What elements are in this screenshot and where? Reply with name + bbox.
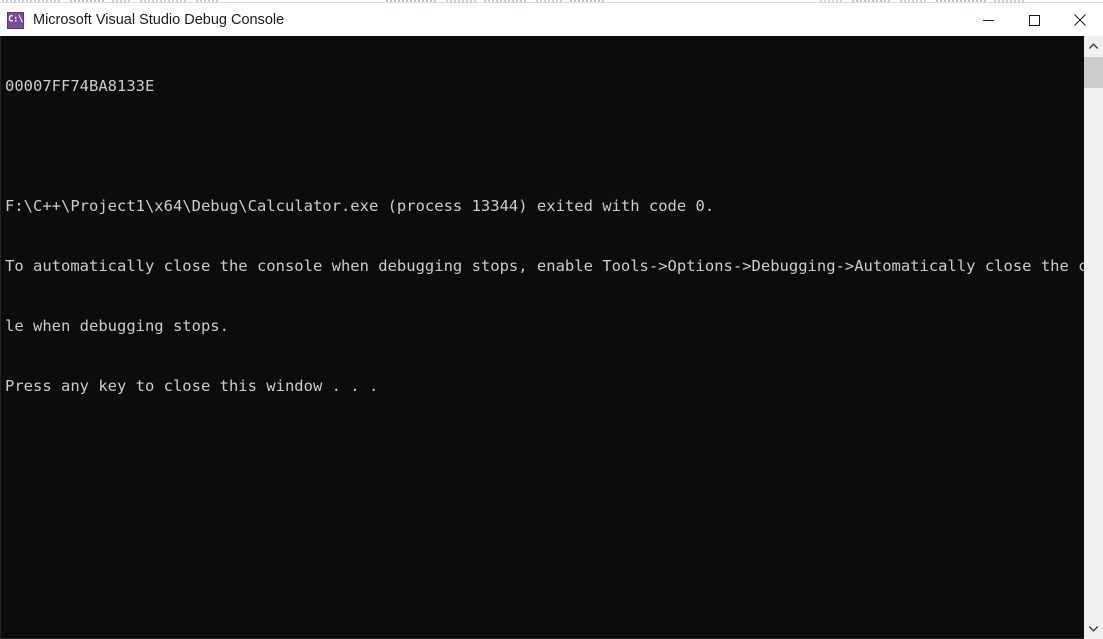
console-line: 00007FF74BA8133E	[5, 77, 155, 95]
minimize-icon	[982, 19, 994, 21]
console-app-icon: C:\	[7, 11, 24, 29]
minimize-button[interactable]	[965, 3, 1011, 37]
window-controls	[965, 3, 1103, 37]
maximize-button[interactable]	[1011, 3, 1057, 37]
scroll-up-button[interactable]	[1084, 36, 1103, 56]
close-icon	[1074, 14, 1086, 26]
scrollbar-track[interactable]	[1084, 56, 1103, 619]
console-text: 00007FF74BA8133E F:\C++\Project1\x64\Deb…	[5, 36, 1084, 638]
title-bar-left: C:\ Microsoft Visual Studio Debug Consol…	[0, 3, 284, 37]
console-line: le when debugging stops.	[5, 317, 229, 335]
console-line: Press any key to close this window . . .	[5, 377, 379, 395]
console-icon-glyph: C:\	[8, 14, 23, 24]
debug-console-window: C:\ Microsoft Visual Studio Debug Consol…	[0, 0, 1103, 639]
maximize-icon	[1028, 14, 1040, 26]
scroll-down-button[interactable]	[1084, 619, 1103, 639]
title-bar[interactable]: C:\ Microsoft Visual Studio Debug Consol…	[0, 2, 1103, 36]
console-output-area[interactable]: 00007FF74BA8133E F:\C++\Project1\x64\Deb…	[0, 36, 1103, 639]
scrollbar-thumb[interactable]	[1084, 57, 1103, 88]
chevron-down-icon	[1089, 626, 1098, 632]
console-line: F:\C++\Project1\x64\Debug\Calculator.exe…	[5, 197, 715, 215]
vertical-scrollbar[interactable]	[1084, 36, 1103, 639]
chevron-up-icon	[1089, 43, 1098, 49]
close-button[interactable]	[1057, 3, 1103, 37]
console-line: To automatically close the console when …	[5, 257, 1084, 275]
window-title: Microsoft Visual Studio Debug Console	[33, 12, 285, 28]
